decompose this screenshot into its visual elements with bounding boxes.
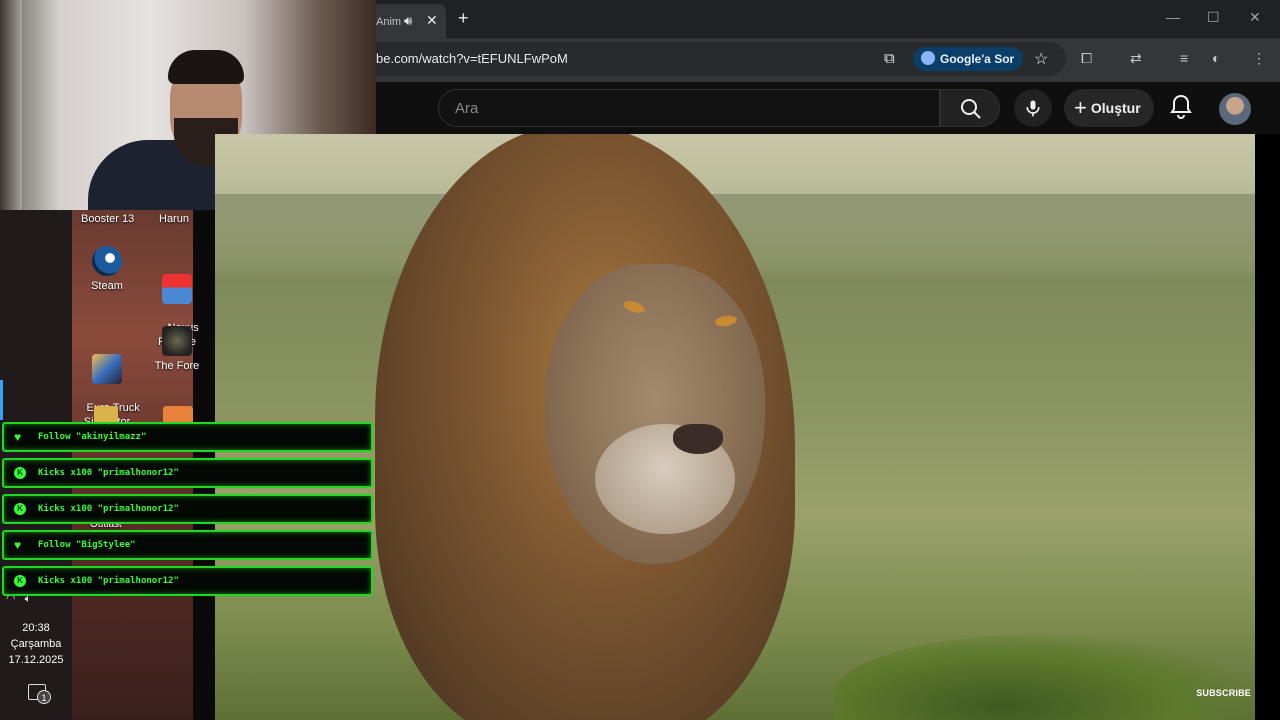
notifications-bell-icon[interactable]	[1170, 94, 1192, 120]
desktop-label-booster[interactable]: Booster 13	[81, 213, 134, 225]
avatar[interactable]	[1219, 93, 1251, 125]
install-app-icon[interactable]: ⧉	[884, 50, 895, 67]
notification-count-badge: 1	[37, 690, 51, 704]
nexus-icon	[162, 274, 192, 304]
clock-day: Çarşamba	[10, 638, 62, 650]
voice-search-button[interactable]	[1014, 89, 1052, 127]
browser-toolbar: be.com/watch?v=tEFUNLFwPoM ⧉ Google'a So…	[376, 38, 1280, 82]
search-input[interactable]	[453, 99, 913, 118]
close-icon[interactable]: ✕	[426, 12, 438, 29]
media-control-icon[interactable]: ≡	[1180, 50, 1188, 66]
new-tab-button[interactable]: +	[458, 8, 469, 29]
bookmark-star-icon[interactable]: ☆	[1034, 49, 1048, 69]
google-ask-label: Google'a Sor	[940, 52, 1015, 66]
google-lens-icon	[921, 51, 935, 65]
player-right-edge	[1255, 134, 1280, 720]
create-button[interactable]: + Oluştur	[1064, 89, 1154, 127]
forest-icon	[162, 326, 192, 356]
speaker-icon[interactable]: 🔊︎	[404, 13, 412, 29]
profile-icon[interactable]: ◐	[1212, 50, 1220, 66]
desktop-icon-forest[interactable]: The Fore	[142, 326, 212, 373]
translate-icon[interactable]: ⇄	[1130, 50, 1142, 67]
lion-nose	[673, 424, 723, 454]
menu-dots-icon[interactable]: ⋮	[1252, 50, 1266, 67]
url-text[interactable]: be.com/watch?v=tEFUNLFwPoM	[376, 51, 568, 66]
desktop-icon-steam[interactable]: Steam	[72, 246, 142, 293]
stream-alert: K Kicks x100 "primalhonor12"	[2, 494, 373, 524]
maximize-icon[interactable]: ☐	[1207, 9, 1220, 26]
tab-title: Anim	[376, 16, 402, 28]
extensions-icon[interactable]: ⧠	[1081, 50, 1092, 67]
youtube-header: +Oluştur	[376, 82, 1280, 134]
webcam-background-door	[22, 0, 62, 210]
minimize-icon[interactable]: —	[1166, 9, 1180, 25]
kicks-icon: K	[14, 575, 26, 587]
kicks-icon: K	[14, 503, 26, 515]
webcam-person-hair	[168, 50, 244, 84]
stream-alert: ♥ Follow "akinyilmazz"	[2, 422, 373, 452]
clock-date: 17.12.2025	[8, 654, 64, 666]
heart-icon: ♥	[14, 538, 22, 552]
video-bush	[835, 634, 1255, 720]
window-close-icon[interactable]: ✕	[1249, 9, 1261, 26]
desktop-icon-label: Steam	[91, 280, 123, 292]
alert-text: Kicks x100 "primalhonor12"	[38, 576, 179, 586]
heart-icon: ♥	[14, 430, 22, 444]
alert-text: Kicks x100 "primalhonor12"	[38, 504, 179, 514]
browser-tab-active[interactable]: Anim 🔊︎ ✕	[376, 4, 446, 38]
search-icon	[961, 99, 981, 119]
euro-truck-icon	[92, 354, 122, 384]
search-box[interactable]	[438, 89, 940, 127]
desktop-label-harun[interactable]: Harun	[159, 213, 189, 225]
stream-alert: K Kicks x100 "primalhonor12"	[2, 566, 373, 596]
mic-icon	[1026, 100, 1040, 117]
desktop-icon-label: The Fore	[154, 360, 200, 372]
stream-alert: ♥ Follow "BigStylee"	[2, 530, 373, 560]
tab-strip: Anim 🔊︎ ✕ + — ☐ ✕	[376, 0, 1280, 38]
alert-text: Follow "akinyilmazz"	[38, 432, 147, 442]
taskbar-clock[interactable]: 20:38 Çarşamba 17.12.2025	[0, 620, 72, 668]
subscribe-watermark[interactable]: SUBSCRIBE	[1196, 688, 1251, 698]
search-button[interactable]	[940, 89, 1000, 127]
create-label: Oluştur	[1090, 100, 1141, 116]
alert-text: Follow "BigStylee"	[38, 540, 136, 550]
kicks-icon: K	[14, 467, 26, 479]
google-ask-button[interactable]: Google'a Sor	[913, 47, 1023, 71]
taskbar-active-indicator	[0, 380, 3, 420]
stream-alert: K Kicks x100 "primalhonor12"	[2, 458, 373, 488]
clock-time: 20:38	[22, 622, 50, 634]
plus-icon: +	[1074, 95, 1087, 120]
address-bar[interactable]: be.com/watch?v=tEFUNLFwPoM ⧉ Google'a So…	[376, 42, 1066, 76]
alert-text: Kicks x100 "primalhonor12"	[38, 468, 179, 478]
steam-icon	[92, 246, 122, 276]
